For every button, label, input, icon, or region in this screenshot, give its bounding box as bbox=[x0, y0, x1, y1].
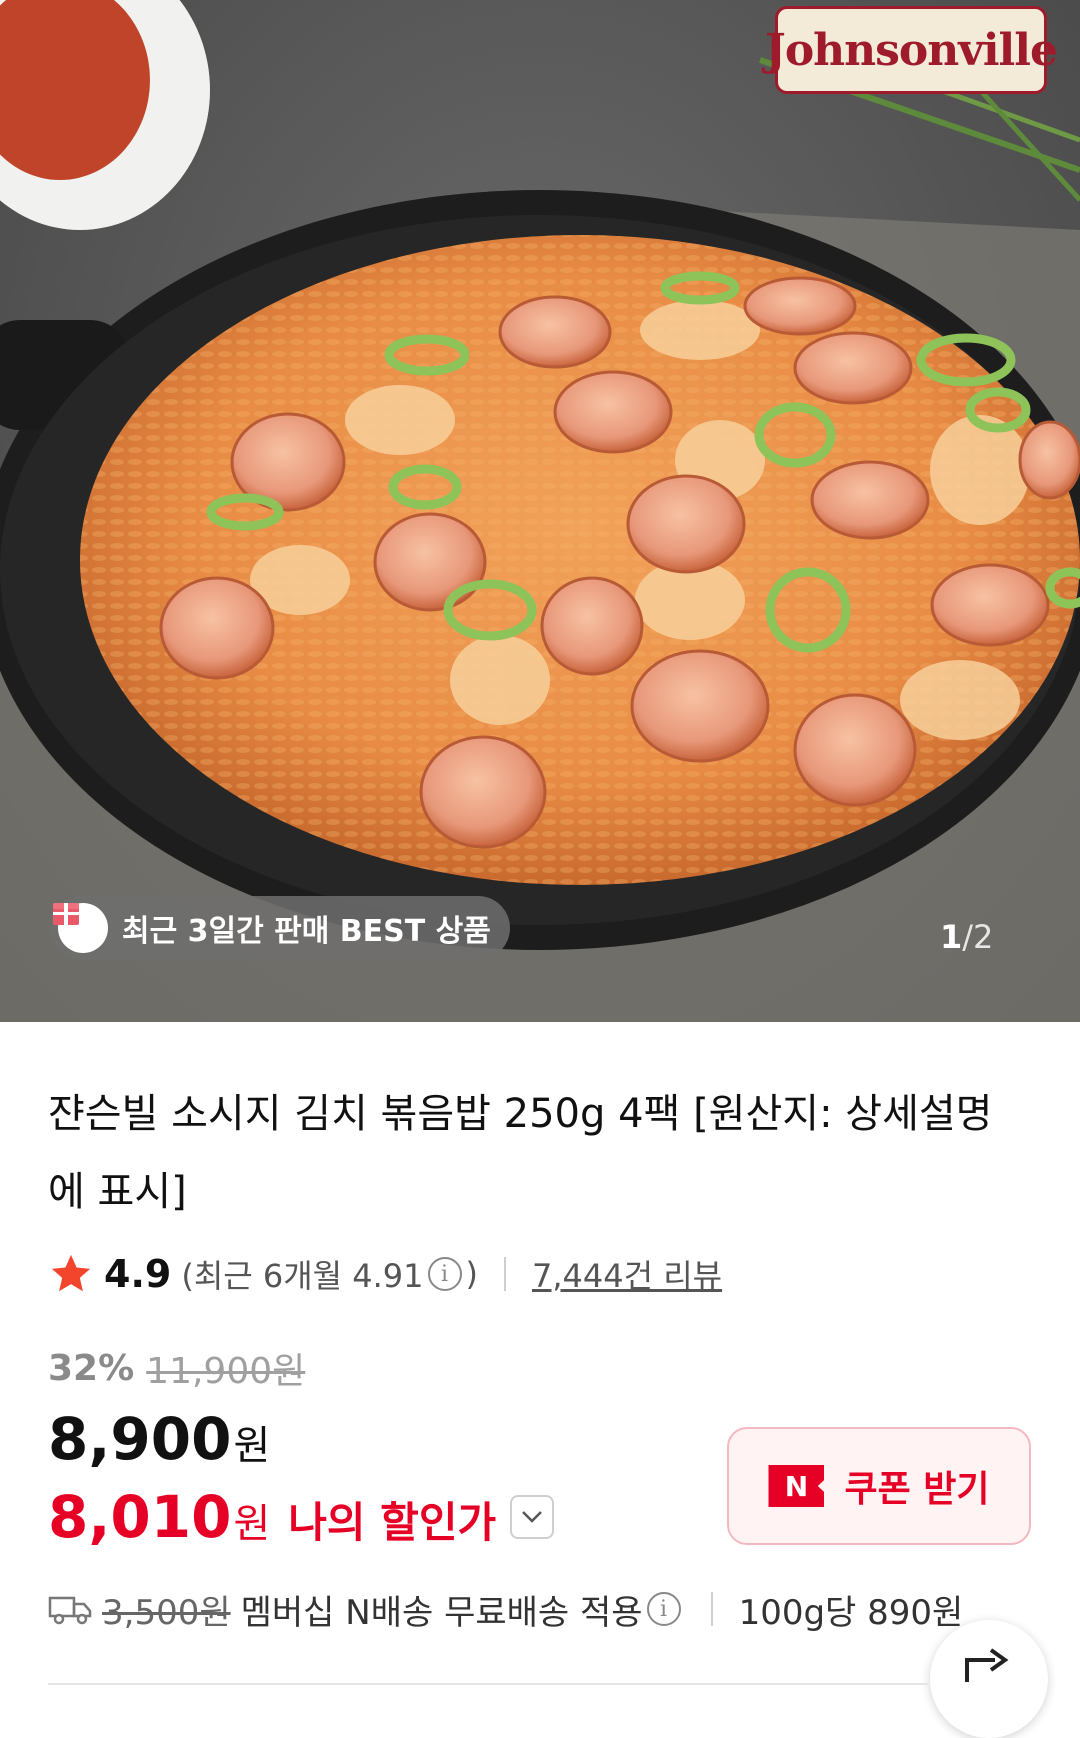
delivery-text: 멤버십 N배송 무료배송 적용 bbox=[240, 1592, 643, 1633]
unit-price: 100g당 890원 bbox=[738, 1592, 964, 1633]
rating-score: 4.9 bbox=[104, 1252, 172, 1296]
my-discount-price: 8,010 원 나의 할인가 bbox=[48, 1483, 555, 1551]
discount-row: 32% 11,900원 bbox=[48, 1342, 305, 1394]
coupon-label: 쿠폰 받기 bbox=[844, 1469, 990, 1510]
recent-rating: (최근 6개월 4.91 i ) bbox=[181, 1251, 478, 1297]
truck-icon bbox=[48, 1596, 92, 1625]
pager-total: 2 bbox=[973, 918, 994, 956]
review-count-link[interactable]: 7,444건 리뷰 bbox=[532, 1251, 722, 1297]
product-image[interactable]: Johnsonville 최근 3일간 판매 BEST 상품 1/2 bbox=[0, 0, 1080, 1022]
divider bbox=[504, 1257, 507, 1291]
sale-price: 8,900 원 bbox=[48, 1405, 270, 1473]
delivery-fee: 3,500원 bbox=[102, 1592, 231, 1633]
my-price-expand-button[interactable] bbox=[510, 1495, 555, 1539]
delivery-row: 3,500원 멤버십 N배송 무료배송 적용 i 100g당 890원 bbox=[48, 1587, 964, 1633]
gift-icon bbox=[53, 903, 108, 953]
my-price-unit: 원 bbox=[233, 1501, 271, 1547]
star-icon bbox=[51, 1254, 91, 1292]
best-seller-badge: 최근 3일간 판매 BEST 상품 bbox=[50, 896, 510, 960]
product-title: 쟌슨빌 소시지 김치 볶음밥 250g 4팩 [원산지: 상세설명에 표시] bbox=[48, 1091, 993, 1215]
recent-rating-text: (최근 6개월 4.91 bbox=[181, 1257, 424, 1295]
pager-current: 1 bbox=[940, 918, 963, 956]
n-pay-icon: N bbox=[768, 1465, 825, 1507]
original-price: 11,900원 bbox=[146, 1351, 306, 1392]
divider bbox=[710, 1592, 713, 1626]
section-divider bbox=[48, 1683, 928, 1685]
my-price-label: 나의 할인가 bbox=[288, 1498, 497, 1547]
coupon-button[interactable]: N 쿠폰 받기 bbox=[727, 1427, 1031, 1545]
sale-price-unit: 원 bbox=[233, 1423, 271, 1469]
my-price-value: 8,010 bbox=[48, 1483, 232, 1551]
fried-rice-photo bbox=[0, 0, 1080, 1022]
rating-row: 4.9 (최근 6개월 4.91 i ) 7,444건 리뷰 bbox=[48, 1252, 722, 1296]
best-seller-text: 최근 3일간 판매 BEST 상품 bbox=[122, 914, 491, 949]
share-button[interactable] bbox=[930, 1620, 1048, 1738]
share-icon bbox=[965, 1648, 1009, 1682]
delivery-info-icon[interactable]: i bbox=[646, 1592, 681, 1626]
brand-logo: Johnsonville bbox=[765, 6, 1058, 94]
chevron-down-icon bbox=[522, 1511, 542, 1523]
recent-rating-close: ) bbox=[465, 1255, 479, 1293]
sale-price-value: 8,900 bbox=[48, 1405, 232, 1473]
image-pager: 1/2 bbox=[940, 918, 993, 956]
brand-logo-text: Johnsonville bbox=[765, 24, 1058, 76]
info-icon[interactable]: i bbox=[427, 1257, 462, 1291]
discount-rate: 32% bbox=[48, 1347, 135, 1389]
pager-separator: / bbox=[962, 918, 974, 956]
